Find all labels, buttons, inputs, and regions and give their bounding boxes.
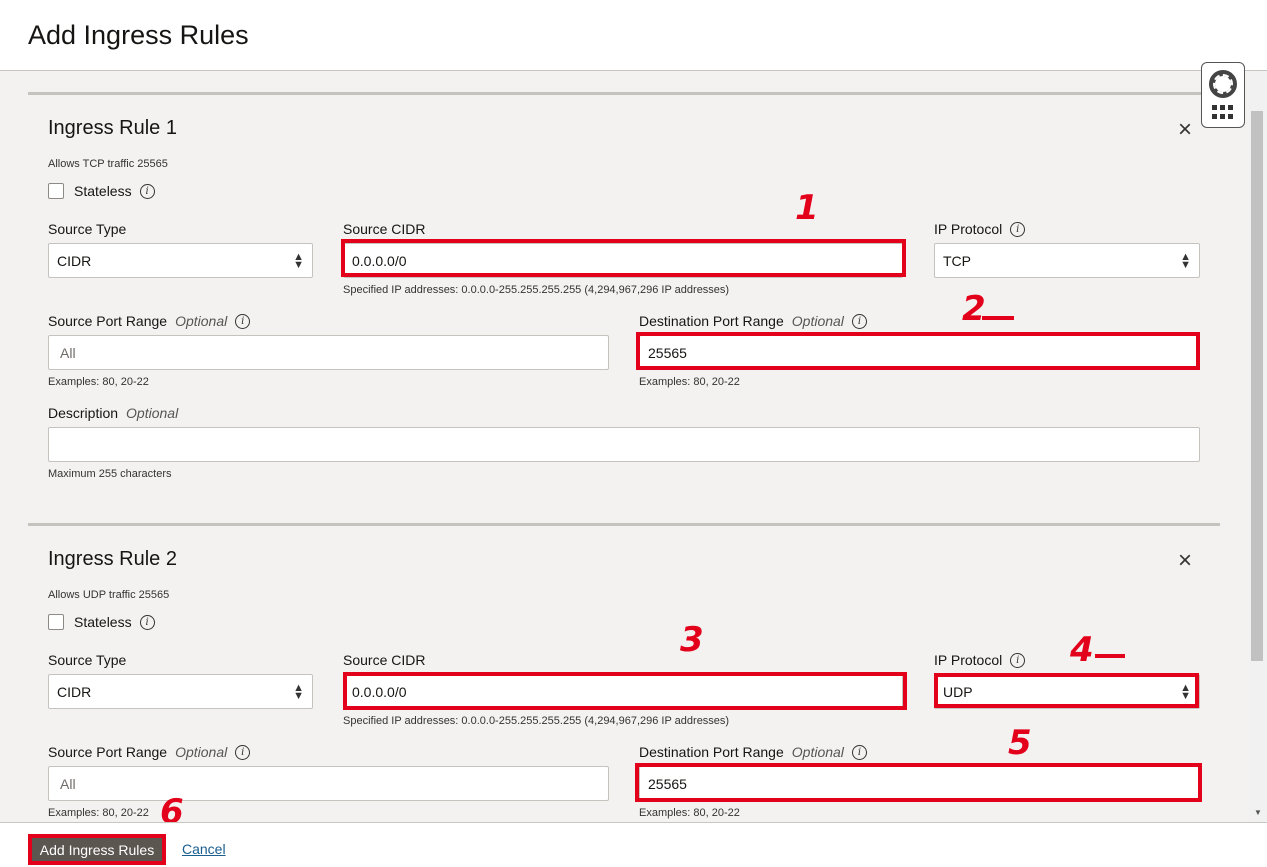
ip-protocol-label: IP Protocol i bbox=[934, 221, 1026, 237]
annotation-dash bbox=[1095, 654, 1125, 658]
source-cidr-hint: Specified IP addresses: 0.0.0.0-255.255.… bbox=[343, 284, 730, 296]
info-icon[interactable]: i bbox=[1010, 221, 1026, 237]
ip-protocol-select[interactable]: TCP ▲ ▼ bbox=[934, 243, 1200, 278]
source-cidr-label: Source CIDR bbox=[343, 221, 426, 237]
source-port-hint: Examples: 80, 20-22 bbox=[48, 376, 149, 388]
stateless-label: Stateless bbox=[74, 614, 132, 630]
description-input[interactable] bbox=[48, 427, 1200, 462]
ip-protocol-label: IP Protocol i bbox=[934, 652, 1026, 668]
dest-port-label: Destination Port Range Optional i bbox=[639, 313, 867, 329]
apps-grid-icon bbox=[1212, 105, 1234, 119]
ip-protocol-select[interactable]: UDP ▲ ▼ bbox=[934, 674, 1200, 709]
page-title: Add Ingress Rules bbox=[28, 20, 249, 50]
stateless-checkbox[interactable] bbox=[48, 614, 64, 630]
description-label: Description Optional bbox=[48, 405, 179, 421]
dest-port-input[interactable]: 25565 bbox=[639, 766, 1200, 801]
info-icon[interactable]: i bbox=[851, 313, 867, 329]
lifebuoy-icon bbox=[1209, 70, 1237, 98]
ingress-rule-2: Ingress Rule 2 × Allows UDP traffic 2556… bbox=[28, 523, 1220, 822]
stateless-row: Stateless i bbox=[48, 183, 155, 199]
scrollbar[interactable]: ▼ bbox=[1249, 71, 1267, 822]
dest-port-hint: Examples: 80, 20-22 bbox=[639, 807, 740, 819]
close-icon[interactable]: × bbox=[1178, 118, 1192, 142]
chevron-up-down-icon: ▲ ▼ bbox=[1180, 250, 1191, 271]
info-icon[interactable]: i bbox=[139, 614, 155, 630]
info-icon[interactable]: i bbox=[1010, 652, 1026, 668]
scrollbar-thumb[interactable] bbox=[1251, 111, 1263, 661]
rules-panel[interactable]: Ingress Rule 1 × Allows TCP traffic 2556… bbox=[0, 71, 1249, 822]
stateless-label: Stateless bbox=[74, 183, 132, 199]
rule-summary: Allows TCP traffic 25565 bbox=[48, 158, 168, 170]
source-cidr-input[interactable]: 0.0.0.0/0 bbox=[343, 243, 903, 278]
annotation-number: 1 bbox=[795, 188, 819, 228]
scroll-down-arrow-icon[interactable]: ▼ bbox=[1254, 808, 1262, 817]
dialog-header: Add Ingress Rules bbox=[0, 0, 1267, 71]
rule-title: Ingress Rule 2 bbox=[48, 548, 177, 570]
annotation-number: 3 bbox=[680, 620, 704, 660]
annotation-number: 4 bbox=[1070, 630, 1094, 670]
dest-port-hint: Examples: 80, 20-22 bbox=[639, 376, 740, 388]
source-port-hint: Examples: 80, 20-22 bbox=[48, 807, 149, 819]
source-port-label: Source Port Range Optional i bbox=[48, 744, 251, 760]
source-cidr-hint: Specified IP addresses: 0.0.0.0-255.255.… bbox=[343, 715, 730, 727]
dest-port-input[interactable]: 25565 bbox=[639, 335, 1200, 370]
rule-title: Ingress Rule 1 bbox=[48, 117, 177, 139]
source-type-label: Source Type bbox=[48, 652, 127, 668]
source-cidr-input[interactable]: 0.0.0.0/0 bbox=[343, 674, 903, 709]
source-type-label: Source Type bbox=[48, 221, 127, 237]
chevron-up-down-icon: ▲ ▼ bbox=[293, 250, 304, 271]
chevron-up-down-icon: ▲ ▼ bbox=[293, 681, 304, 702]
info-icon[interactable]: i bbox=[235, 313, 251, 329]
annotation-dash bbox=[982, 316, 1014, 320]
dest-port-label: Destination Port Range Optional i bbox=[639, 744, 867, 760]
add-ingress-rules-button[interactable]: Add Ingress Rules bbox=[28, 834, 166, 865]
annotation-number: 5 bbox=[1008, 723, 1032, 763]
help-widget[interactable] bbox=[1201, 62, 1245, 128]
source-type-select[interactable]: CIDR ▲ ▼ bbox=[48, 674, 313, 709]
dialog-footer: Add Ingress Rules Cancel bbox=[0, 822, 1267, 867]
annotation-number: 2 bbox=[962, 289, 986, 329]
source-cidr-label: Source CIDR bbox=[343, 652, 426, 668]
info-icon[interactable]: i bbox=[235, 744, 251, 760]
source-type-select[interactable]: CIDR ▲ ▼ bbox=[48, 243, 313, 278]
source-port-input[interactable]: All bbox=[48, 335, 609, 370]
source-port-input[interactable]: All bbox=[48, 766, 609, 801]
info-icon[interactable]: i bbox=[139, 183, 155, 199]
source-port-label: Source Port Range Optional i bbox=[48, 313, 251, 329]
description-hint: Maximum 255 characters bbox=[48, 468, 172, 480]
info-icon[interactable]: i bbox=[851, 744, 867, 760]
ingress-rule-1: Ingress Rule 1 × Allows TCP traffic 2556… bbox=[28, 92, 1220, 532]
chevron-up-down-icon: ▲ ▼ bbox=[1180, 681, 1191, 702]
cancel-link[interactable]: Cancel bbox=[182, 841, 226, 857]
stateless-checkbox[interactable] bbox=[48, 183, 64, 199]
stateless-row: Stateless i bbox=[48, 614, 155, 630]
rule-summary: Allows UDP traffic 25565 bbox=[48, 589, 170, 601]
close-icon[interactable]: × bbox=[1178, 549, 1192, 573]
